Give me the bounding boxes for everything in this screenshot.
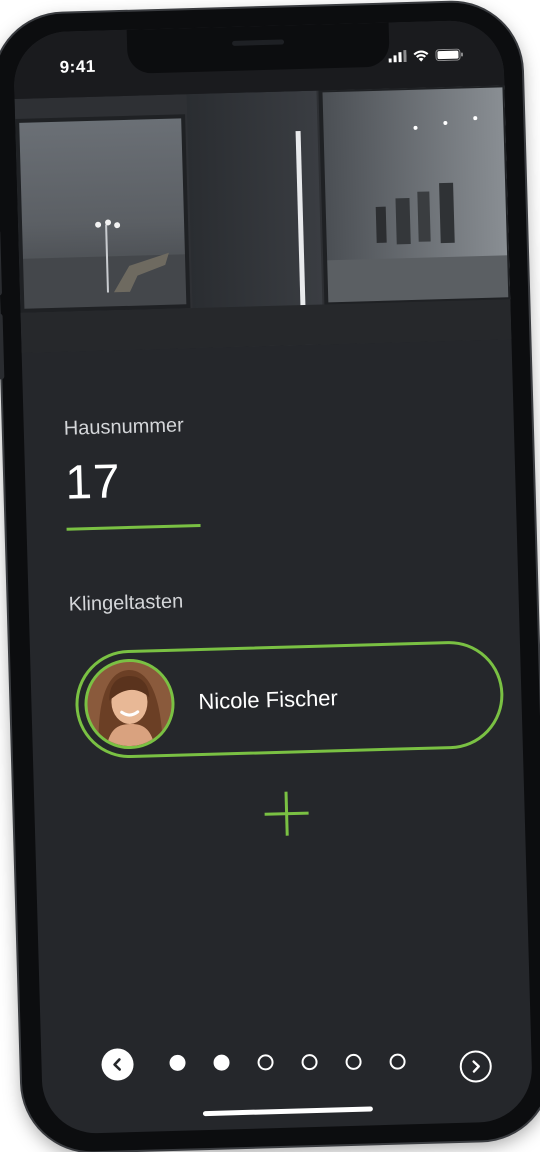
page-dot-1[interactable]: [169, 1054, 186, 1072]
house-number-underline: [66, 523, 201, 531]
stage: 9:41 Hausnummer 17 Klingeltasten Nicole …: [0, 0, 540, 1152]
page-dot-5[interactable]: [345, 1053, 362, 1071]
bell-button-nicole-fischer[interactable]: Nicole Fischer: [74, 639, 505, 760]
status-icons: [388, 48, 464, 63]
page-dot-3[interactable]: [257, 1054, 274, 1071]
wifi-icon: [413, 50, 429, 62]
page-dot-4[interactable]: [301, 1053, 318, 1071]
avatar-image: [86, 660, 173, 748]
avatar: [83, 657, 176, 751]
phone-frame: 9:41 Hausnummer 17 Klingeltasten Nicole …: [0, 0, 540, 1152]
previous-page-button[interactable]: [101, 1048, 134, 1081]
bells-label: Klingeltasten: [68, 590, 184, 616]
side-button-volume-up: [0, 229, 3, 296]
signal-icon: [388, 50, 407, 63]
home-indicator[interactable]: [202, 1106, 373, 1117]
page-dot-2[interactable]: [213, 1054, 230, 1071]
bell-name: Nicole Fischer: [198, 685, 339, 715]
side-button-volume-down: [0, 313, 5, 380]
entrance-photo: [14, 85, 512, 353]
notch: [126, 22, 390, 74]
screen: 9:41 Hausnummer 17 Klingeltasten Nicole …: [12, 19, 534, 1135]
add-bell-button[interactable]: [258, 785, 316, 843]
chevron-right-icon: [472, 1060, 480, 1073]
house-number-label: Hausnummer: [63, 414, 185, 440]
status-time: 9:41: [59, 56, 96, 77]
entrance-photo-illustration: [14, 85, 512, 353]
page-dot-6[interactable]: [389, 1053, 406, 1070]
next-page-button[interactable]: [459, 1050, 493, 1083]
plus-icon: [264, 791, 309, 836]
house-number-value[interactable]: 17: [65, 454, 122, 511]
speaker: [232, 39, 285, 46]
pager: [101, 1038, 493, 1089]
battery-icon: [435, 48, 464, 62]
chevron-left-icon: [113, 1058, 121, 1071]
